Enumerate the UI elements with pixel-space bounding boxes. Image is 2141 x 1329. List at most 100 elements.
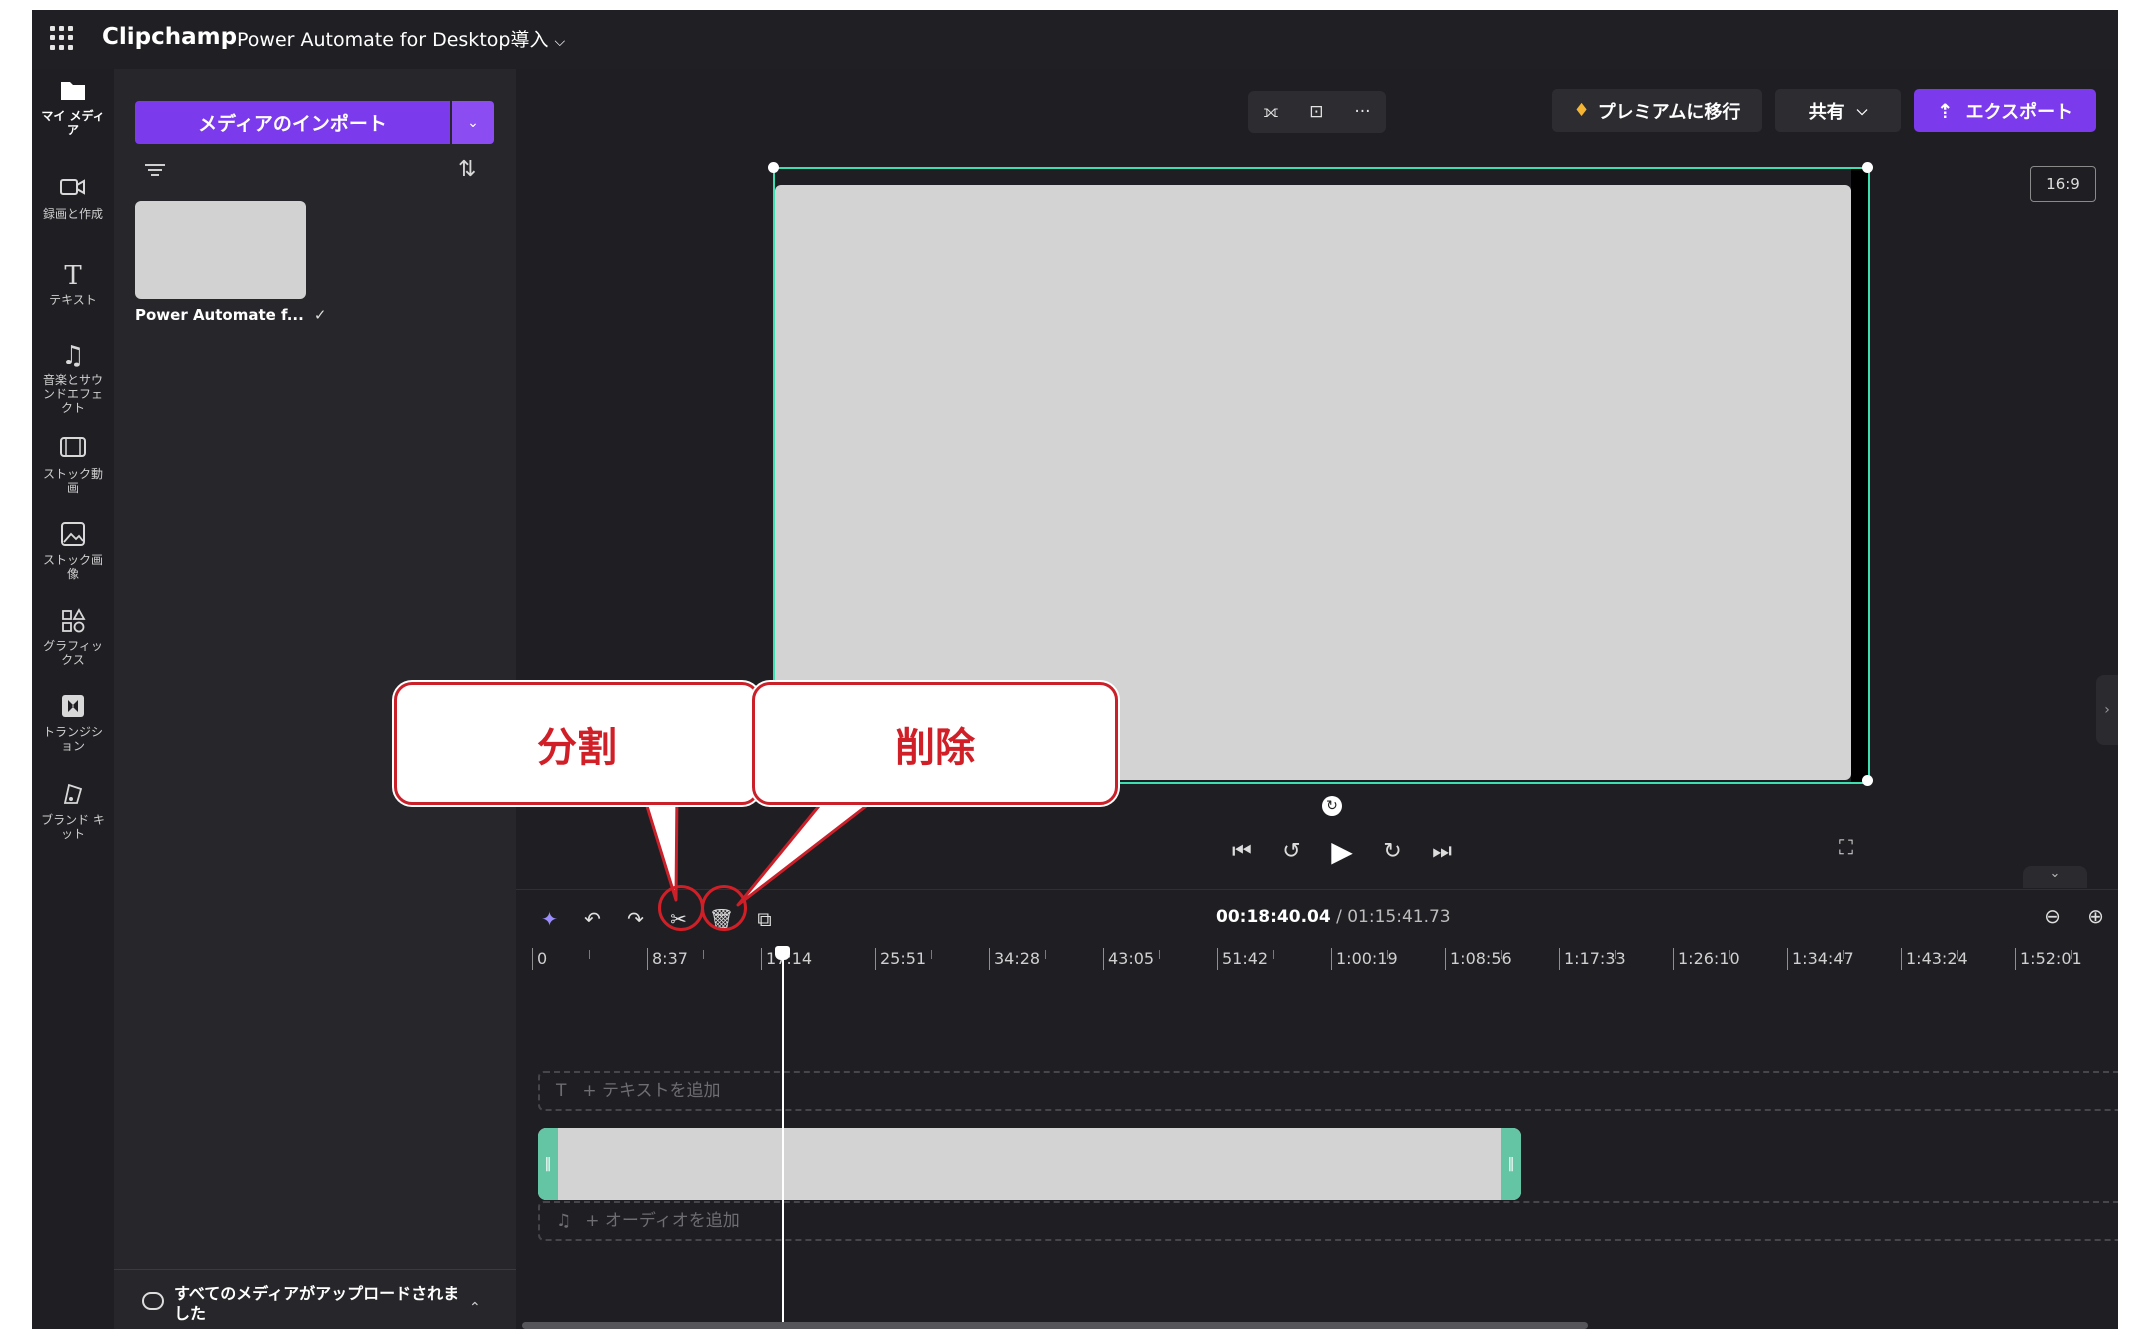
project-title: Power Automate for Desktop導入: [237, 29, 549, 51]
sidebar: マイ メディア 録画と作成 T テキスト ♫ 音楽とサウンドエフェクト ストック…: [32, 69, 114, 1329]
share-button[interactable]: 共有 ⌵: [1775, 89, 1901, 132]
upload-status-bar: すべてのメディアがアップロードされました ⌃: [114, 1269, 516, 1329]
ruler-label: 25:51: [875, 948, 926, 970]
skip-forward-icon[interactable]: ⏭: [1432, 839, 1452, 864]
fullscreen-icon[interactable]: ⛶: [1839, 835, 1853, 859]
sidebar-item-stock-video[interactable]: ストック動画: [32, 435, 114, 495]
forward-5-icon[interactable]: ↻: [1383, 839, 1401, 864]
top-bar: Clipchamp Power Automate for Desktop導入 ⌵: [32, 10, 2118, 69]
ruler-label: 8:37: [647, 948, 688, 970]
sidebar-item-label: 音楽とサウンドエフェクト: [42, 373, 103, 415]
time-ruler[interactable]: 0 8:37 17:14 25:51 34:28 43:05 51:42 1:0…: [516, 948, 2118, 978]
media-item-label: Power Automate f...: [135, 306, 304, 324]
export-button[interactable]: ⇡ エクスポート: [1914, 89, 2096, 132]
zoom-out-icon[interactable]: ⊖: [2031, 904, 2074, 928]
chevron-down-icon: ⌄: [467, 114, 479, 131]
aspect-ratio-button[interactable]: 16:9: [2030, 166, 2096, 202]
clip-trim-handle-right[interactable]: ‖: [1501, 1128, 1521, 1200]
playhead-line[interactable]: [782, 948, 784, 1329]
shapes-icon: [58, 607, 88, 637]
text-icon: T: [556, 1081, 567, 1101]
timeline: ✦ ↶ ↷ ✂ 🗑 ⧉ 00:18:40.04 / 01:15:41.73 ⊖ …: [516, 889, 2118, 1329]
playback-controls: ⏮ ↺ ▶ ↻ ⏭: [1232, 834, 1452, 868]
sidebar-item-stock-images[interactable]: ストック画像: [32, 521, 114, 581]
add-text-label: + テキストを追加: [582, 1081, 721, 1101]
more-icon[interactable]: ···: [1354, 102, 1370, 122]
folder-icon: [58, 77, 88, 107]
sort-icon[interactable]: ⇅: [458, 157, 476, 182]
ruler-label: 43:05: [1103, 948, 1154, 970]
clip-trim-handle-left[interactable]: ‖: [538, 1128, 558, 1200]
add-text-track[interactable]: T + テキストを追加: [538, 1071, 2118, 1111]
crop-icon[interactable]: ⟗: [1263, 102, 1278, 122]
app-launcher-icon[interactable]: [50, 26, 74, 50]
ruler-label: 0: [532, 948, 547, 970]
ruler-label: 34:28: [989, 948, 1040, 970]
properties-panel-toggle[interactable]: ›: [2096, 675, 2118, 745]
import-media-button[interactable]: メディアのインポート: [135, 101, 450, 144]
chevron-down-icon: ⌵: [554, 34, 566, 50]
chevron-up-icon[interactable]: ⌃: [469, 1300, 481, 1316]
sidebar-item-transitions[interactable]: トランジション: [32, 693, 114, 753]
resize-handle-top-right[interactable]: [1862, 162, 1873, 173]
current-time: 00:18:40.04: [1216, 907, 1331, 927]
sidebar-item-brand-kit[interactable]: ブランド キット: [32, 781, 114, 841]
upgrade-premium-label: プレミアムに移行: [1597, 101, 1741, 123]
canvas-toolbar: ⟗ ⊡ ···: [1248, 91, 1386, 133]
camera-icon: [58, 175, 88, 205]
add-audio-label: + オーディオを追加: [585, 1211, 740, 1231]
chevron-down-icon: ⌵: [1856, 102, 1868, 119]
rotate-icon[interactable]: ↻: [1322, 796, 1342, 816]
duplicate-icon[interactable]: ⧉: [743, 907, 786, 931]
music-icon: ♫: [61, 341, 85, 371]
zoom-in-icon[interactable]: ⊕: [2074, 904, 2117, 928]
upgrade-premium-button[interactable]: ♦ プレミアムに移行: [1552, 89, 1762, 132]
sidebar-item-music-sfx[interactable]: ♫ 音楽とサウンドエフェクト: [32, 341, 114, 415]
check-icon: ✓: [313, 306, 327, 324]
upload-status-text: すべてのメディアがアップロードされました: [174, 1284, 460, 1323]
play-icon[interactable]: ▶: [1331, 835, 1353, 868]
sidebar-item-record-create[interactable]: 録画と作成: [32, 175, 114, 221]
filter-icon[interactable]: [144, 161, 166, 177]
music-icon: ♫: [556, 1211, 572, 1231]
image-icon: [58, 521, 88, 551]
sidebar-item-graphics[interactable]: グラフィックス: [32, 607, 114, 667]
timeline-scrollbar[interactable]: [522, 1322, 1588, 1329]
redo-icon[interactable]: ↷: [614, 907, 657, 931]
fit-icon[interactable]: ⊡: [1309, 102, 1323, 122]
clipchamp-window: Clipchamp Power Automate for Desktop導入 ⌵ …: [32, 10, 2118, 1329]
delete-highlight-ring: [701, 885, 747, 931]
project-title-dropdown[interactable]: Power Automate for Desktop導入 ⌵: [237, 25, 565, 52]
sidebar-item-label: グラフィックス: [43, 639, 103, 667]
rewind-5-icon[interactable]: ↺: [1282, 839, 1300, 864]
undo-icon[interactable]: ↶: [571, 907, 614, 931]
import-options-dropdown[interactable]: ⌄: [452, 101, 494, 144]
zoom-controls: ⊖ ⊕ ⤡: [2031, 904, 2118, 928]
timeline-collapse-toggle[interactable]: ⌄: [2023, 866, 2087, 888]
sidebar-item-label: トランジション: [42, 725, 103, 753]
magic-sparkle-icon[interactable]: ✦: [528, 907, 571, 931]
cloud-check-icon: [142, 1292, 164, 1310]
skip-back-icon[interactable]: ⏮: [1232, 839, 1252, 864]
app-title: Clipchamp: [102, 24, 238, 50]
add-audio-track[interactable]: ♫ + オーディオを追加: [538, 1201, 2118, 1241]
video-clip[interactable]: ‖ ‖: [538, 1128, 1521, 1200]
sidebar-item-label: ブランド キット: [41, 813, 105, 841]
sidebar-item-my-media[interactable]: マイ メディア: [32, 77, 114, 137]
transition-icon: [58, 693, 88, 723]
media-thumbnail[interactable]: [135, 201, 306, 299]
sidebar-item-text[interactable]: T テキスト: [32, 261, 114, 307]
fit-timeline-icon[interactable]: ⤡: [2117, 904, 2118, 928]
resize-handle-top-left[interactable]: [768, 162, 779, 173]
brand-kit-icon: [58, 781, 88, 811]
diamond-icon: ♦: [1573, 100, 1590, 121]
playhead-handle[interactable]: [775, 946, 790, 960]
timeline-toolbar: ✦ ↶ ↷ ✂ 🗑 ⧉: [528, 904, 786, 934]
sidebar-item-label: ストック動画: [42, 467, 103, 495]
ruler-label: 51:42: [1217, 948, 1268, 970]
sidebar-item-label: 録画と作成: [42, 207, 103, 221]
export-label: エクスポート: [1965, 101, 2074, 123]
film-icon: [58, 435, 88, 465]
split-callout: 分割: [394, 682, 760, 805]
resize-handle-bottom-right[interactable]: [1862, 775, 1873, 786]
